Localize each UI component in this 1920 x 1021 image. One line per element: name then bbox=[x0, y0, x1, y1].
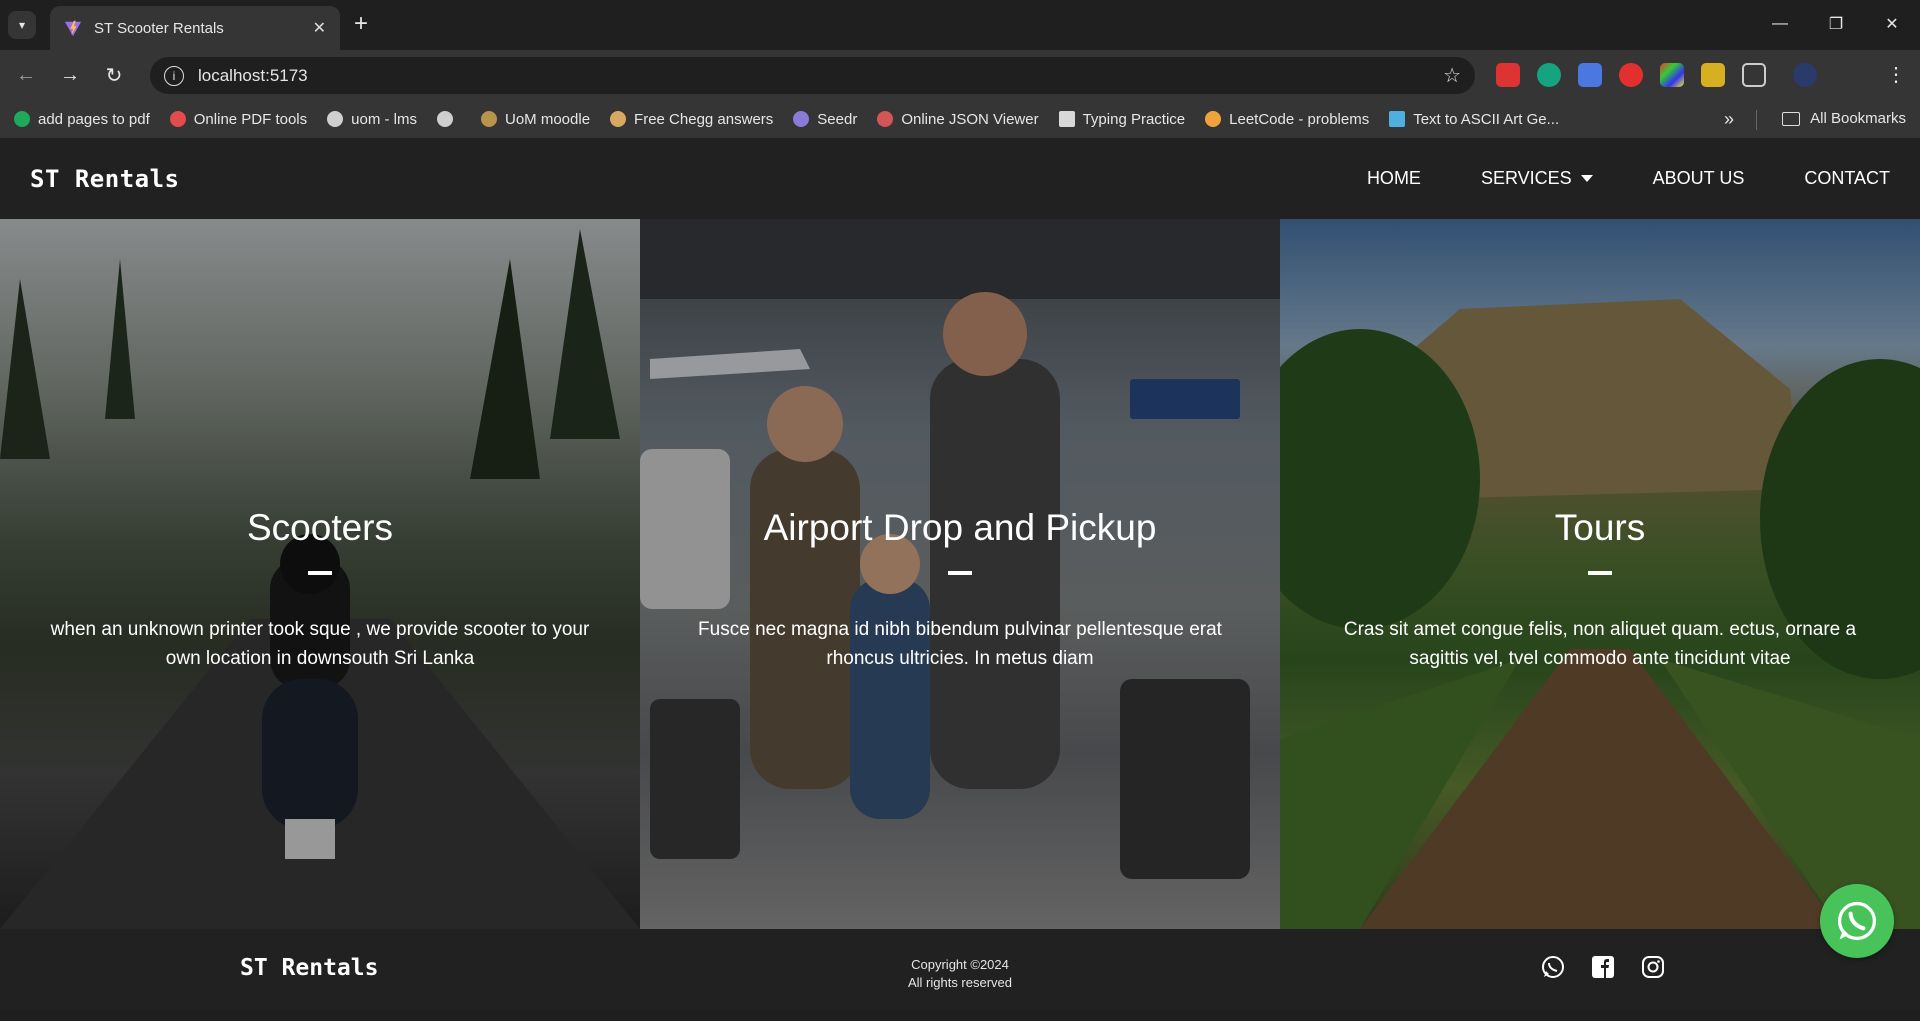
whatsapp-icon[interactable] bbox=[1541, 955, 1565, 979]
extensions-area bbox=[1496, 63, 1817, 87]
title-divider bbox=[948, 571, 972, 575]
panel-description: when an unknown printer took sque , we p… bbox=[50, 619, 590, 669]
bookmarks-overflow-icon[interactable]: » bbox=[1724, 109, 1734, 130]
bookmark-item[interactable]: Free Chegg answers bbox=[610, 111, 773, 128]
tab-search-button[interactable]: ▾ bbox=[8, 11, 36, 39]
bookmark-item[interactable]: Typing Practice bbox=[1058, 111, 1185, 128]
globe-icon bbox=[437, 111, 453, 127]
site-info-icon[interactable]: i bbox=[164, 65, 184, 86]
tab-title: ST Scooter Rentals bbox=[94, 19, 224, 37]
back-button[interactable]: ← bbox=[8, 57, 44, 93]
whatsapp-icon bbox=[1837, 901, 1877, 941]
bookmark-item[interactable]: LeetCode - problems bbox=[1205, 111, 1369, 128]
bookmark-favicon-icon bbox=[610, 111, 627, 127]
url-text: localhost:5173 bbox=[198, 65, 308, 85]
bookmark-item[interactable]: uom - lms bbox=[327, 111, 417, 128]
restore-icon[interactable]: ❐ bbox=[1808, 0, 1864, 48]
services-hero: Scooters when an unknown printer took sq… bbox=[0, 219, 1920, 929]
panel-description: Fusce nec magna id nibh bibendum pulvina… bbox=[698, 619, 1222, 669]
bookmark-favicon-icon bbox=[481, 111, 497, 127]
panel-title: Scooters bbox=[246, 507, 393, 548]
globe-icon bbox=[327, 111, 344, 127]
bookmark-item[interactable] bbox=[437, 111, 461, 127]
service-panel-scooters[interactable]: Scooters when an unknown printer took sq… bbox=[0, 219, 640, 929]
close-window-icon[interactable]: ✕ bbox=[1864, 0, 1920, 48]
bookmark-favicon-icon bbox=[1058, 111, 1075, 127]
nav-home-link[interactable]: HOME bbox=[1367, 168, 1421, 189]
browser-toolbar: ← → ↻ i localhost:5173 ☆ ⋮ bbox=[0, 50, 1920, 100]
vite-favicon-icon bbox=[64, 20, 82, 37]
bookmark-favicon-icon bbox=[169, 111, 186, 127]
title-divider bbox=[1588, 571, 1612, 575]
forward-button[interactable]: → bbox=[52, 57, 88, 93]
site-navbar: ST Rentals HOME SERVICES ABOUT US CONTAC… bbox=[0, 138, 1920, 219]
panel-description: Cras sit amet congue felis, non aliquet … bbox=[1343, 619, 1857, 669]
bookmark-item[interactable]: add pages to pdf bbox=[14, 111, 150, 128]
site-logo[interactable]: ST Rentals bbox=[30, 165, 180, 193]
color-picker-icon[interactable] bbox=[1660, 63, 1684, 87]
folder-icon bbox=[1782, 111, 1801, 126]
new-tab-button[interactable]: + bbox=[354, 12, 368, 36]
bookmark-favicon-icon bbox=[793, 111, 810, 127]
window-controls: — ❐ ✕ bbox=[1752, 0, 1920, 48]
bookmark-item[interactable]: Online PDF tools bbox=[169, 111, 307, 128]
instagram-icon[interactable] bbox=[1641, 955, 1665, 979]
service-panel-airport[interactable]: Airport Drop and Pickup Fusce nec magna … bbox=[640, 219, 1280, 929]
bookmarks-bar: add pages to pdf Online PDF tools uom - … bbox=[0, 100, 1920, 138]
bookmark-item[interactable]: Online JSON Viewer bbox=[877, 111, 1039, 128]
address-bar[interactable]: i localhost:5173 ☆ bbox=[150, 57, 1475, 94]
profile-avatar[interactable] bbox=[1793, 63, 1817, 87]
facebook-icon[interactable] bbox=[1591, 955, 1615, 979]
browser-tab-bar: ▾ ST Scooter Rentals ✕ + — ❐ ✕ bbox=[0, 0, 1920, 50]
extension-icon[interactable] bbox=[1701, 63, 1725, 87]
panel-title: Tours bbox=[1554, 507, 1646, 548]
nav-services-link[interactable]: SERVICES bbox=[1481, 168, 1593, 189]
minimize-icon[interactable]: — bbox=[1752, 0, 1808, 48]
reload-button[interactable]: ↻ bbox=[96, 57, 132, 93]
bookmark-item[interactable]: Seedr bbox=[793, 111, 857, 128]
grammarly-icon[interactable] bbox=[1537, 63, 1561, 87]
bookmark-favicon-icon bbox=[1389, 111, 1406, 127]
bookmark-item[interactable]: UoM moodle bbox=[481, 111, 590, 128]
panel-title: Airport Drop and Pickup bbox=[763, 507, 1157, 548]
title-divider bbox=[308, 571, 332, 575]
adblock-icon[interactable] bbox=[1619, 63, 1643, 87]
bookmark-star-icon[interactable]: ☆ bbox=[1443, 63, 1461, 88]
main-menu: HOME SERVICES ABOUT US CONTACT bbox=[1307, 168, 1890, 189]
browser-menu-icon[interactable]: ⋮ bbox=[1886, 62, 1906, 87]
site-footer: ST Rentals Copyright ©2024 All rights re… bbox=[0, 929, 1920, 1010]
browser-tab[interactable]: ST Scooter Rentals ✕ bbox=[50, 6, 340, 50]
bookmarks-divider bbox=[1756, 110, 1757, 130]
nav-contact-link[interactable]: CONTACT bbox=[1804, 168, 1890, 189]
all-bookmarks-button[interactable]: All Bookmarks bbox=[1782, 110, 1906, 127]
translate-icon[interactable] bbox=[1578, 63, 1602, 87]
bookmark-favicon-icon bbox=[14, 111, 30, 127]
bookmark-item[interactable]: Text to ASCII Art Ge... bbox=[1389, 111, 1559, 128]
caret-down-icon bbox=[1580, 175, 1593, 182]
service-panel-tours[interactable]: Tours Cras sit amet congue felis, non al… bbox=[1280, 219, 1920, 929]
tab-close-icon[interactable]: ✕ bbox=[313, 18, 326, 38]
bookmark-favicon-icon bbox=[877, 111, 894, 127]
social-links bbox=[1541, 955, 1665, 979]
puzzle-icon[interactable] bbox=[1742, 63, 1766, 87]
extension-icon[interactable] bbox=[1496, 63, 1520, 87]
nav-about-link[interactable]: ABOUT US bbox=[1653, 168, 1745, 189]
leetcode-icon bbox=[1205, 111, 1222, 127]
whatsapp-chat-button[interactable] bbox=[1820, 884, 1894, 958]
